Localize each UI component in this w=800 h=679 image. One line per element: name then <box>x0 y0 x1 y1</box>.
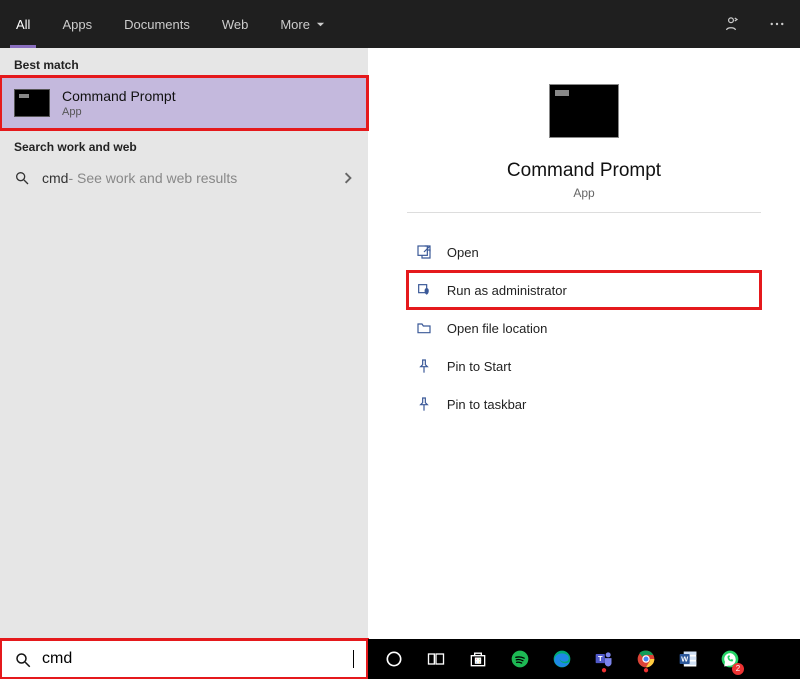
chevron-down-icon <box>316 20 325 29</box>
action-pin-to-taskbar[interactable]: Pin to taskbar <box>407 385 761 423</box>
taskbar-edge-icon[interactable] <box>544 639 580 679</box>
web-search-result[interactable]: cmd - See work and web results <box>0 158 368 198</box>
search-input[interactable] <box>42 650 352 668</box>
preview-subtitle: App <box>573 186 594 200</box>
tab-documents[interactable]: Documents <box>108 0 206 48</box>
open-icon <box>415 243 433 261</box>
admin-shield-icon <box>415 281 433 299</box>
more-options-icon[interactable] <box>754 0 800 48</box>
result-subtitle: App <box>62 106 176 118</box>
text-cursor <box>353 650 354 668</box>
action-pin-to-start[interactable]: Pin to Start <box>407 347 761 385</box>
action-open-location-label: Open file location <box>447 321 547 336</box>
taskbar-spotify-icon[interactable] <box>502 639 538 679</box>
taskbar-task-view-icon[interactable] <box>418 639 454 679</box>
tab-more-label: More <box>280 17 310 32</box>
preview-command-prompt-icon <box>549 84 619 138</box>
chevron-right-icon <box>342 172 354 184</box>
preview-panel: Command Prompt App Open Run as administr… <box>368 48 800 639</box>
actions-list: Open Run as administrator Open file loca… <box>407 233 761 423</box>
action-run-admin-label: Run as administrator <box>447 283 567 298</box>
action-pin-start-label: Pin to Start <box>447 359 511 374</box>
action-open-label: Open <box>447 245 479 260</box>
tab-apps[interactable]: Apps <box>46 0 108 48</box>
taskbar-word-icon[interactable]: W <box>670 639 706 679</box>
divider <box>407 212 761 213</box>
taskbar-chrome-icon[interactable]: ● <box>628 639 664 679</box>
svg-text:W: W <box>681 655 689 664</box>
taskbar-cortana-icon[interactable] <box>376 639 412 679</box>
best-match-label: Best match <box>0 48 368 76</box>
best-match-result[interactable]: Command Prompt App <box>0 76 368 130</box>
preview-title: Command Prompt <box>507 160 661 182</box>
taskbar: T ● ● W 2 <box>368 639 800 679</box>
search-tabs-bar: All Apps Documents Web More <box>0 0 800 48</box>
pin-taskbar-icon <box>415 395 433 413</box>
search-box[interactable] <box>0 639 368 679</box>
svg-text:T: T <box>598 654 603 663</box>
folder-icon <box>415 319 433 337</box>
search-icon <box>14 170 30 186</box>
tab-more[interactable]: More <box>264 0 341 48</box>
action-run-as-administrator[interactable]: Run as administrator <box>407 271 761 309</box>
result-title: Command Prompt <box>62 88 176 104</box>
web-term: cmd <box>42 170 68 186</box>
search-web-label: Search work and web <box>0 130 368 158</box>
tab-web[interactable]: Web <box>206 0 265 48</box>
command-prompt-icon <box>14 89 50 117</box>
web-hint: - See work and web results <box>68 170 237 186</box>
taskbar-teams-icon[interactable]: T ● <box>586 639 622 679</box>
action-open-file-location[interactable]: Open file location <box>407 309 761 347</box>
tab-all[interactable]: All <box>0 0 46 48</box>
taskbar-whatsapp-icon[interactable]: 2 <box>712 639 748 679</box>
action-open[interactable]: Open <box>407 233 761 271</box>
results-panel: Best match Command Prompt App Search wor… <box>0 48 368 639</box>
feedback-icon[interactable] <box>708 0 754 48</box>
action-pin-taskbar-label: Pin to taskbar <box>447 397 527 412</box>
taskbar-store-icon[interactable] <box>460 639 496 679</box>
pin-start-icon <box>415 357 433 375</box>
search-icon <box>14 651 30 667</box>
